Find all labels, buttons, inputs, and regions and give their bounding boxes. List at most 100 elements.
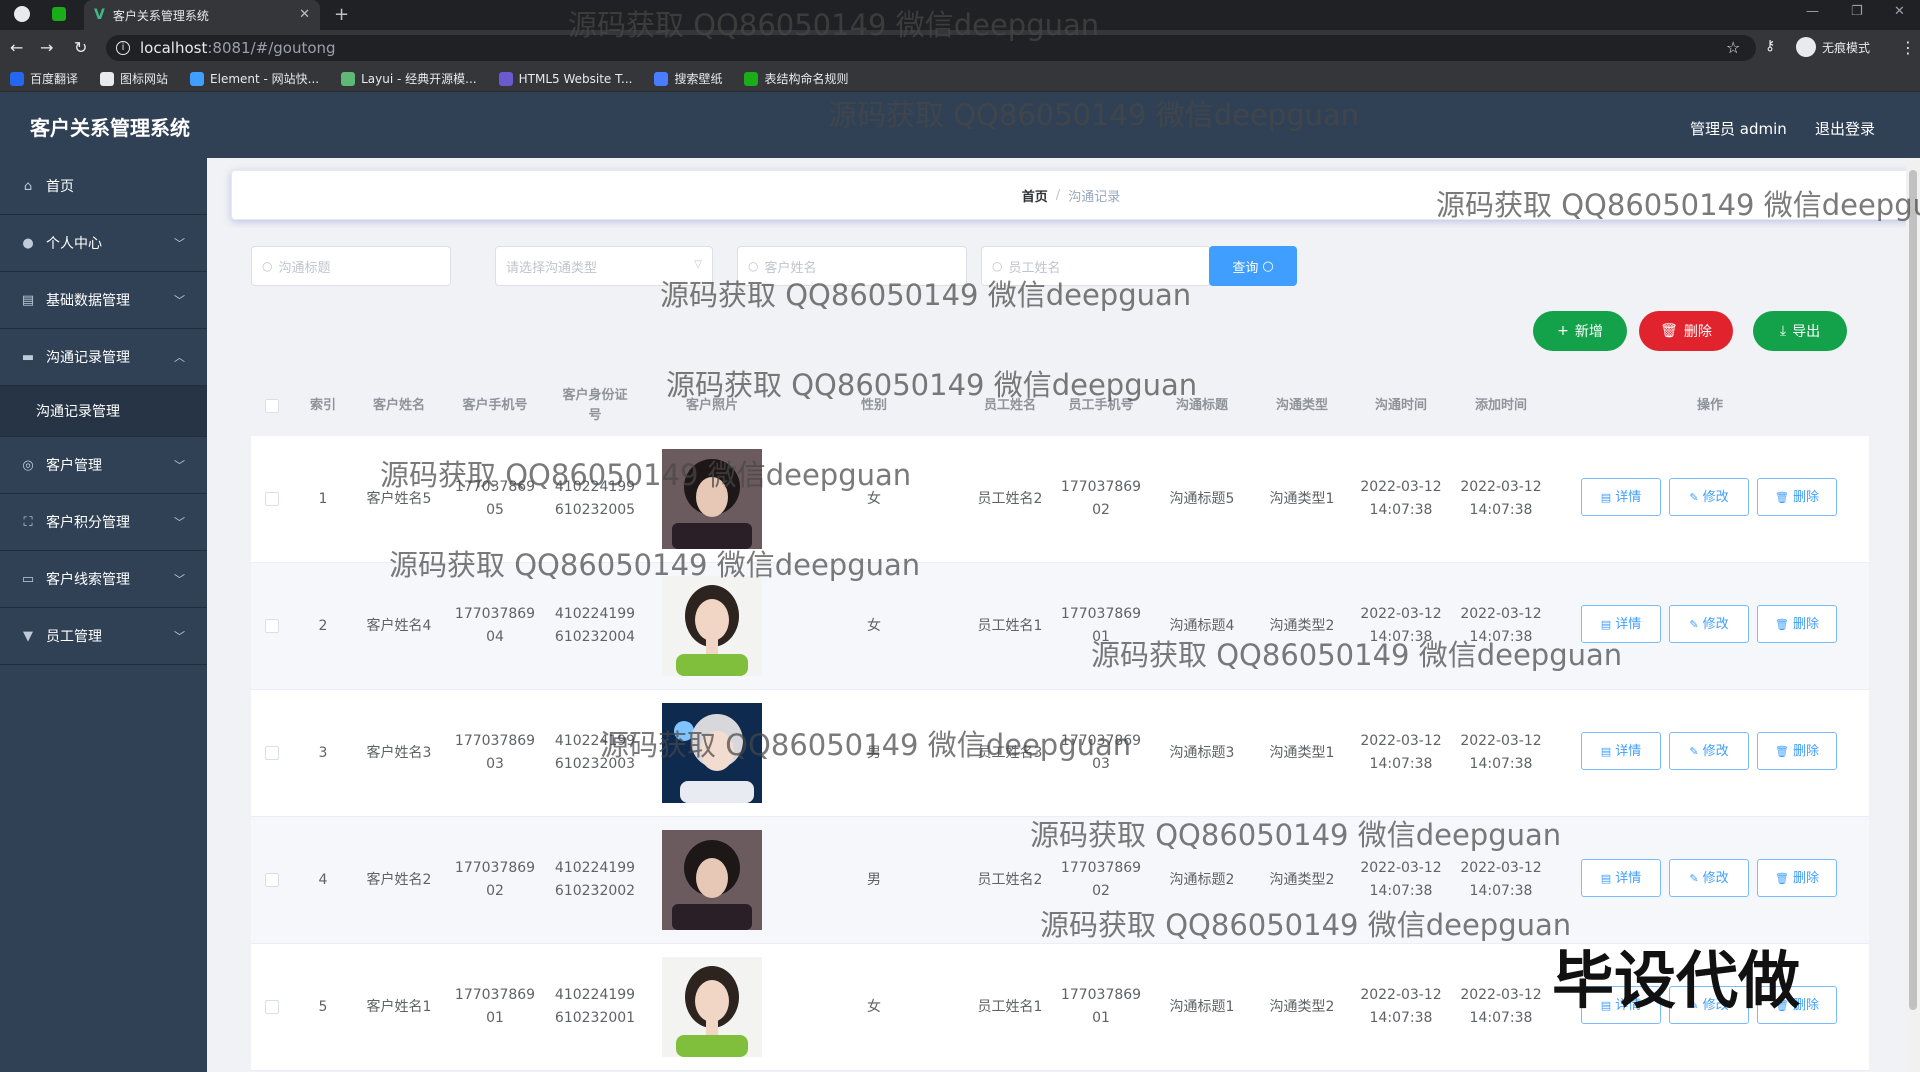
sidebar-item[interactable]: ▭ 客户线索管理 ﹀	[0, 551, 207, 608]
row-checkbox-cell[interactable]	[251, 690, 293, 816]
url-field[interactable]: i localhost:8081/#/goutong	[106, 35, 1756, 61]
cell-type: 沟通类型1	[1269, 744, 1335, 761]
sidebar-item[interactable]: ⛶ 客户积分管理 ﹀	[0, 494, 207, 551]
pinned-tab-icon[interactable]	[52, 7, 66, 21]
cell-staff_phone: 177037869 02	[1051, 436, 1151, 562]
query-button[interactable]: 查询 ○	[1209, 246, 1297, 286]
bookmark-icon	[744, 71, 759, 86]
row-checkbox[interactable]	[265, 492, 279, 506]
row-checkbox-cell[interactable]	[251, 436, 293, 562]
title-search-input[interactable]: ○ 沟通标题	[251, 246, 451, 286]
row-checkbox[interactable]	[265, 1000, 279, 1014]
add-button[interactable]: + 新增	[1533, 311, 1627, 351]
row-delete-button[interactable]: 🗑 删除	[1757, 859, 1837, 897]
key-icon[interactable]: ⚷	[1765, 38, 1775, 54]
search-icon: ○	[262, 259, 273, 273]
select-all-checkbox[interactable]	[265, 399, 279, 413]
sidebar-item[interactable]: ▼ 员工管理 ﹀	[0, 608, 207, 665]
row-detail-button[interactable]: ▤ 详情	[1581, 859, 1661, 897]
bookmark-item[interactable]: Element - 网站快...	[190, 70, 319, 87]
incognito-badge[interactable]: 无痕模式	[1796, 37, 1870, 57]
row-checkbox-cell[interactable]	[251, 944, 293, 1070]
row-edit-button[interactable]: ✎ 修改	[1669, 478, 1749, 516]
row-edit-button[interactable]: ✎ 修改	[1669, 732, 1749, 770]
scrollbar-thumb[interactable]	[1909, 170, 1917, 1010]
pinned-tab-icon[interactable]	[14, 6, 30, 22]
select-all-checkbox-cell[interactable]	[251, 376, 293, 436]
cell-line: 02	[1092, 883, 1110, 899]
minimize-icon[interactable]: —	[1806, 4, 1819, 19]
cell-customer: 客户姓名1	[366, 998, 432, 1015]
export-button[interactable]: ⤓ 导出	[1753, 311, 1847, 351]
browser-tab-active[interactable]: V 客户关系管理系统 ✕	[84, 0, 320, 30]
sidebar-item[interactable]: ⌂ 首页	[0, 158, 207, 215]
row-edit-button[interactable]: ✎ 修改	[1669, 859, 1749, 897]
cell-gender: 女	[867, 617, 881, 634]
cell-comm_time: 2022-03-12 14:07:38	[1351, 563, 1451, 689]
cell-ops: ▤ 详情 ✎ 修改 🗑 删除	[1551, 690, 1869, 816]
breadcrumb-home[interactable]: 首页	[1022, 186, 1048, 205]
cell-text: 177037869 03	[1061, 730, 1141, 776]
bookmark-star-icon[interactable]: ☆	[1726, 38, 1740, 57]
column-header-comm_time: 沟通时间	[1374, 398, 1427, 413]
row-detail-button[interactable]: ▤ 详情	[1581, 732, 1661, 770]
cell-idcard: 410224199 610232005	[545, 436, 645, 562]
plus-icon: +	[1557, 323, 1569, 339]
bookmark-item[interactable]: 图标网站	[100, 70, 168, 87]
chevron-down-icon: ﹀	[174, 294, 185, 307]
clue-icon: ▭	[21, 571, 35, 587]
staff-name-input[interactable]: ○ 员工姓名	[981, 246, 1211, 286]
cell-idcard: 410224199 610232002	[545, 817, 645, 943]
bookmark-label: Element - 网站快...	[210, 72, 320, 86]
cell-gender: 女	[867, 490, 881, 507]
column-header-staff: 员工姓名	[983, 398, 1036, 413]
row-edit-button[interactable]: ✎ 修改	[1669, 605, 1749, 643]
bookmark-item[interactable]: 表结构命名规则	[744, 70, 848, 87]
site-info-icon[interactable]: i	[116, 41, 130, 55]
row-checkbox[interactable]	[265, 873, 279, 887]
new-tab-icon[interactable]: +	[334, 4, 349, 25]
browser-menu-icon[interactable]: ⋮	[1900, 38, 1916, 57]
close-window-icon[interactable]: ✕	[1894, 4, 1905, 19]
cell-line: 610232002	[554, 883, 636, 899]
row-delete-button[interactable]: 🗑 删除	[1757, 478, 1837, 516]
row-delete-button[interactable]: 🗑 删除	[1757, 732, 1837, 770]
sidebar-item[interactable]: ◎ 客户管理 ﹀	[0, 437, 207, 494]
op-label: 删除	[1792, 870, 1819, 886]
logout-link[interactable]: 退出登录	[1815, 118, 1875, 139]
row-checkbox[interactable]	[265, 746, 279, 760]
op-label: 修改	[1702, 743, 1729, 759]
cell-line: 177037869	[1060, 479, 1142, 495]
bookmark-item[interactable]: 搜索壁纸	[654, 70, 722, 87]
row-checkbox-cell[interactable]	[251, 817, 293, 943]
row-checkbox[interactable]	[265, 619, 279, 633]
sidebar-item[interactable]: ● 个人中心 ﹀	[0, 215, 207, 272]
batch-delete-button[interactable]: 🗑 删除	[1639, 311, 1733, 351]
customer-name-input[interactable]: ○ 客户姓名	[737, 246, 967, 286]
sidebar-item[interactable]: ▤ 基础数据管理 ﹀	[0, 272, 207, 329]
row-detail-button[interactable]: ▤ 详情	[1581, 605, 1661, 643]
cell-line: 610232003	[554, 756, 636, 772]
bookmark-item[interactable]: Layui - 经典开源模...	[341, 70, 477, 87]
sidebar-subitem[interactable]: 沟通记录管理	[0, 386, 207, 437]
cell-type: 沟通类型2	[1269, 998, 1335, 1015]
type-select[interactable]: 请选择沟通类型 ▽	[495, 246, 713, 286]
back-icon[interactable]: ←	[10, 38, 23, 57]
bookmark-item[interactable]: 百度翻译	[10, 70, 78, 87]
cell-line: 177037869	[1060, 860, 1142, 876]
bookmark-item[interactable]: HTML5 Website T...	[498, 71, 632, 86]
reload-icon[interactable]: ↻	[74, 38, 87, 57]
sidebar-item-label: 员工管理	[46, 629, 102, 645]
cell-staff_phone: 177037869 01	[1051, 563, 1151, 689]
row-checkbox-cell[interactable]	[251, 563, 293, 689]
cell-type: 沟通类型1	[1269, 490, 1335, 507]
title-search-placeholder: 沟通标题	[278, 260, 331, 276]
cell-line: 01	[486, 1010, 504, 1026]
cell-customer: 客户姓名4	[366, 617, 432, 634]
row-detail-button[interactable]: ▤ 详情	[1581, 478, 1661, 516]
close-tab-icon[interactable]: ✕	[299, 7, 310, 22]
sidebar-item[interactable]: ▬ 沟通记录管理 ︿	[0, 329, 207, 386]
restore-icon[interactable]: ❐	[1851, 4, 1863, 19]
forward-icon[interactable]: →	[40, 38, 53, 57]
row-delete-button[interactable]: 🗑 删除	[1757, 605, 1837, 643]
